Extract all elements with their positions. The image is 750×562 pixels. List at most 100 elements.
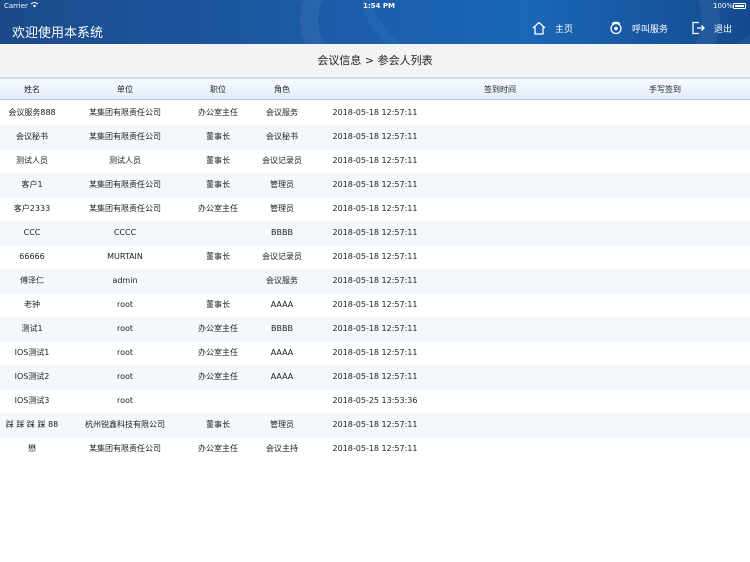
cell-company: CCCC [113,228,137,237]
cell-checkin-time: 2018-05-18 12:57:11 [332,132,418,141]
cell-checkin-time: 2018-05-18 12:57:11 [332,324,418,333]
cell-company: root [116,348,134,357]
column-header-signature: 手写签到 [649,85,681,94]
logout-icon [690,20,706,36]
cell-company: admin [112,276,138,285]
cell-role: 管理员 [270,420,294,429]
cell-checkin-time: 2018-05-18 12:57:11 [332,444,418,453]
cell-role: AAAA [270,372,294,381]
cell-name: CCC [23,228,41,237]
table-row[interactable]: IOS测试1 root 办公室主任 AAAA 2018-05-18 12:57:11 [0,341,750,365]
table-row[interactable]: 客户1 某集团有限责任公司 董事长 管理员 2018-05-18 12:57:11 [0,173,750,197]
cell-name: 傅泽仁 [20,276,44,285]
cell-name: 会议服务888 [8,108,56,117]
cell-name: IOS测试2 [14,372,50,381]
cell-position: 董事长 [206,180,230,189]
cell-name: 会议秘书 [16,132,48,141]
cell-role: 会议记录员 [262,156,302,165]
attendee-table: 会议服务888 某集团有限责任公司 办公室主任 会议服务 2018-05-18 12:5… [0,101,750,461]
cell-company: 测试人员 [109,156,141,165]
cell-role: 会议服务 [266,108,298,117]
carrier-label: Carrier [4,2,28,10]
service-bell-icon [608,20,624,36]
table-row[interactable]: 客户2333 某集团有限责任公司 办公室主任 管理员 2018-05-18 12:57:… [0,197,750,221]
cell-position: 办公室主任 [198,444,238,453]
cell-position: 办公室主任 [198,204,238,213]
table-row[interactable]: 会议秘书 某集团有限责任公司 董事长 会议秘书 2018-05-18 12:57:11 [0,125,750,149]
wifi-icon [30,1,39,10]
table-row[interactable]: 66666 MURTAIN 董事长 会议记录员 2018-05-18 12:57:11 [0,245,750,269]
table-header: 姓名 单位 职位 角色 签到时间 手写签到 [0,78,750,100]
column-header-company: 单位 [117,85,133,94]
cell-name: IOS测试3 [14,396,50,405]
cell-position: 董事长 [206,132,230,141]
table-row[interactable]: CCC CCCC BBBB 2018-05-18 12:57:11 [0,221,750,245]
battery-icon [733,3,746,9]
cell-position: 董事长 [206,252,230,261]
cell-role: 管理员 [270,204,294,213]
cell-company: 某集团有限责任公司 [89,444,161,453]
cell-company: 某集团有限责任公司 [89,204,161,213]
table-row[interactable]: 会议服务888 某集团有限责任公司 办公室主任 会议服务 2018-05-18 12:5… [0,101,750,125]
cell-checkin-time: 2018-05-18 12:57:11 [332,228,418,237]
breadcrumb: 会议信息 > 参会人列表 [0,44,750,78]
cell-role: AAAA [270,300,294,309]
cell-company: root [116,300,134,309]
cell-checkin-time: 2018-05-18 12:57:11 [332,372,418,381]
cell-company: 某集团有限责任公司 [89,132,161,141]
cell-position: 董事长 [206,156,230,165]
cell-position: 董事长 [206,420,230,429]
cell-checkin-time: 2018-05-18 12:57:11 [332,180,418,189]
cell-position: 办公室主任 [198,372,238,381]
cell-role: 会议服务 [266,276,298,285]
cell-name: 踩 踩 踩 踩 88 [5,420,59,429]
app-title: 欢迎使用本系统 [12,26,104,41]
cell-name: 懋 [28,444,36,453]
table-row[interactable]: 测试人员 测试人员 董事长 会议记录员 2018-05-18 12:57:11 [0,149,750,173]
cell-role: AAAA [270,348,294,357]
table-row[interactable]: 踩 踩 踩 踩 88 杭州锐鑫科技有限公司 董事长 管理员 2018-05-18 12:… [0,413,750,437]
logout-button[interactable]: 退出 [690,20,732,36]
cell-position: 办公室主任 [198,324,238,333]
battery-percent: 100% [713,2,734,10]
call-service-label: 呼叫服务 [632,24,669,35]
table-row[interactable]: 懋 某集团有限责任公司 办公室主任 会议主持 2018-05-18 12:57:11 [0,437,750,461]
column-header-position: 职位 [210,85,226,94]
status-bar: Carrier 1:54 PM 100% [0,2,750,12]
table-row[interactable]: 傅泽仁 admin 会议服务 2018-05-18 12:57:11 [0,269,750,293]
cell-position: 董事长 [206,300,230,309]
cell-checkin-time: 2018-05-18 12:57:11 [332,276,418,285]
column-header-checkin-time: 签到时间 [484,85,516,94]
home-label: 主页 [555,24,574,35]
cell-checkin-time: 2018-05-18 12:57:11 [332,420,418,429]
cell-role: 会议主持 [266,444,298,453]
cell-checkin-time: 2018-05-18 12:57:11 [332,156,418,165]
cell-name: 测试人员 [16,156,48,165]
table-row[interactable]: IOS测试3 root 2018-05-25 13:53:36 [0,389,750,413]
cell-role: 会议秘书 [266,132,298,141]
column-header-name: 姓名 [24,85,40,94]
cell-role: 管理员 [270,180,294,189]
cell-company: root [116,324,134,333]
cell-name: 客户2333 [13,204,51,213]
home-button[interactable]: 主页 [531,20,573,36]
status-time: 1:54 PM [363,2,395,10]
cell-company: root [116,396,134,405]
cell-company: 杭州锐鑫科技有限公司 [85,420,165,429]
cell-name: 客户1 [21,180,43,189]
call-service-button[interactable]: 呼叫服务 [608,20,668,36]
table-row[interactable]: 测试1 root 办公室主任 BBBB 2018-05-18 12:57:11 [0,317,750,341]
cell-checkin-time: 2018-05-25 13:53:36 [332,396,418,405]
column-header-role: 角色 [274,85,290,94]
table-row[interactable]: IOS测试2 root 办公室主任 AAAA 2018-05-18 12:57:11 [0,365,750,389]
cell-checkin-time: 2018-05-18 12:57:11 [332,252,418,261]
cell-position: 办公室主任 [198,348,238,357]
cell-position: 办公室主任 [198,108,238,117]
cell-role: BBBB [271,324,293,333]
table-row[interactable]: 老钟 root 董事长 AAAA 2018-05-18 12:57:11 [0,293,750,317]
cell-name: 66666 [19,252,45,261]
cell-company: 某集团有限责任公司 [89,108,161,117]
cell-company: MURTAIN [107,252,143,261]
cell-checkin-time: 2018-05-18 12:57:11 [332,348,418,357]
app-header: Carrier 1:54 PM 100% 欢迎使用本系统 主页 呼叫服务 退出 [0,0,750,44]
